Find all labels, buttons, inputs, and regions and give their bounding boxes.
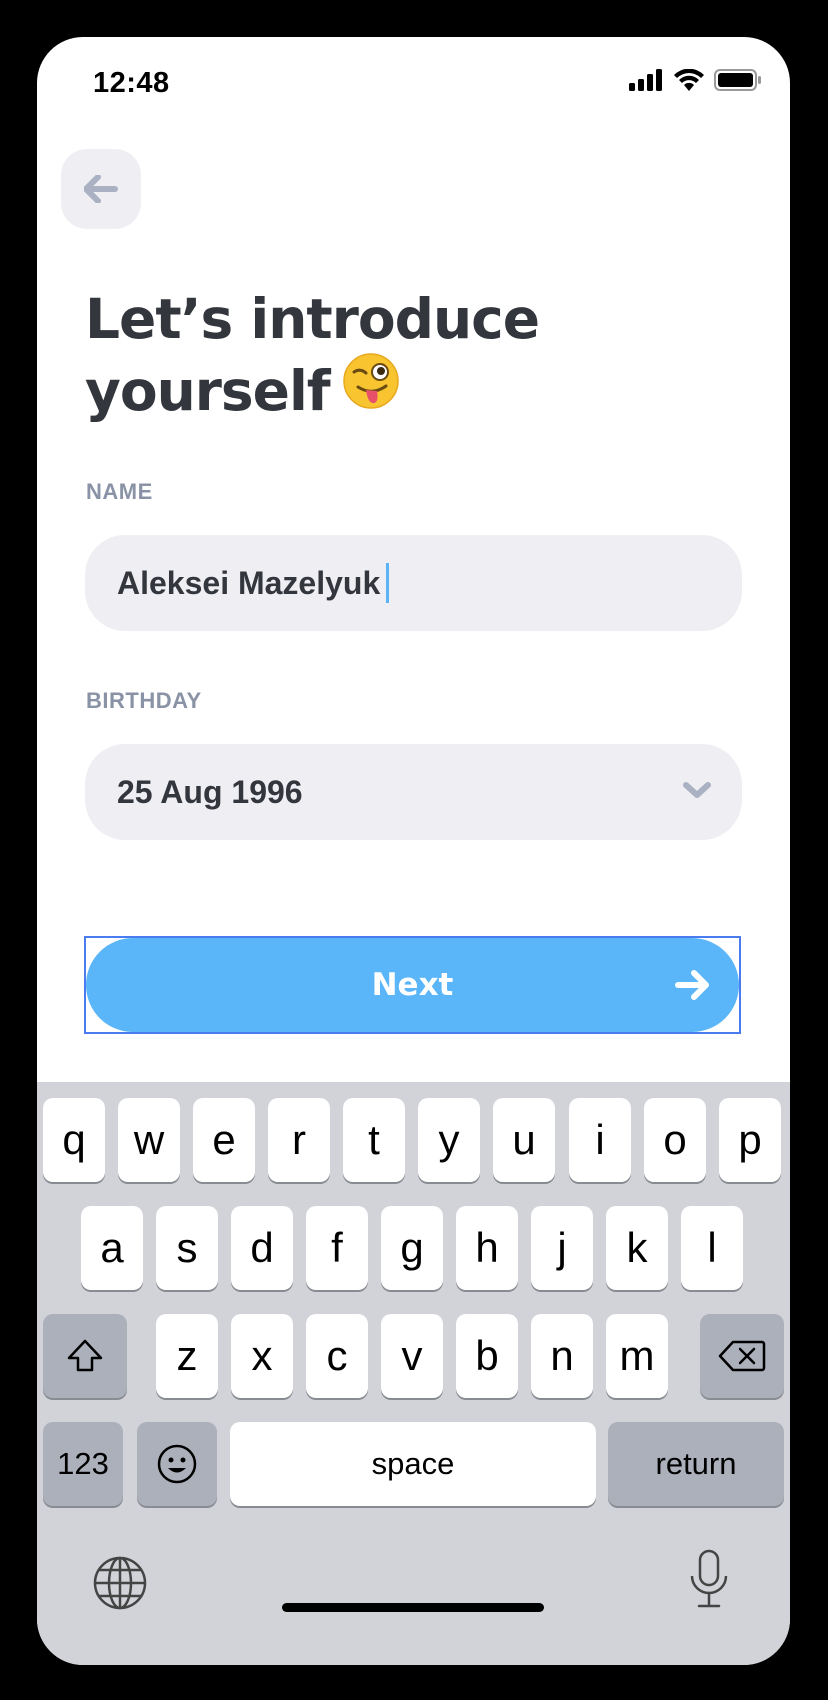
key-o[interactable]: o	[644, 1098, 706, 1182]
title-line-2: yourself	[85, 352, 725, 427]
key-x[interactable]: x	[231, 1314, 293, 1398]
emoji-key[interactable]	[137, 1422, 217, 1506]
space-key[interactable]: space	[230, 1422, 596, 1506]
birthday-label: BIRTHDAY	[86, 688, 202, 713]
wifi-icon	[674, 69, 704, 91]
key-q[interactable]: q	[43, 1098, 105, 1182]
name-input-value: Aleksei Mazelyuk	[117, 564, 381, 601]
title-line-2-text: yourself	[85, 359, 331, 423]
key-v[interactable]: v	[381, 1314, 443, 1398]
shift-key[interactable]	[43, 1314, 127, 1398]
key-y[interactable]: y	[418, 1098, 480, 1182]
key-f[interactable]: f	[306, 1206, 368, 1290]
shift-icon	[67, 1339, 103, 1372]
arrow-right-icon	[675, 970, 709, 1000]
key-r[interactable]: r	[268, 1098, 330, 1182]
next-button[interactable]: Next	[86, 938, 739, 1032]
name-input[interactable]: Aleksei Mazelyuk	[85, 535, 742, 631]
globe-icon[interactable]	[92, 1555, 148, 1611]
key-z[interactable]: z	[156, 1314, 218, 1398]
delete-icon	[718, 1340, 766, 1372]
key-j[interactable]: j	[531, 1206, 593, 1290]
home-indicator	[282, 1603, 544, 1612]
birthday-select[interactable]: 25 Aug 1996	[85, 744, 742, 840]
key-a[interactable]: a	[81, 1206, 143, 1290]
birthday-value: 25 Aug 1996	[117, 773, 303, 810]
key-g[interactable]: g	[381, 1206, 443, 1290]
status-time: 12:48	[93, 67, 170, 99]
key-u[interactable]: u	[493, 1098, 555, 1182]
status-icons	[628, 69, 762, 91]
key-k[interactable]: k	[606, 1206, 668, 1290]
name-label: NAME	[86, 479, 153, 504]
emoji-icon	[157, 1444, 197, 1484]
phone-screen: 12:48 Let’s introduce yourself NAME Alek…	[37, 37, 790, 1665]
key-p[interactable]: p	[719, 1098, 781, 1182]
key-e[interactable]: e	[193, 1098, 255, 1182]
key-i[interactable]: i	[569, 1098, 631, 1182]
battery-icon	[714, 69, 761, 91]
page-title: Let’s introduce yourself	[85, 283, 725, 427]
key-m[interactable]: m	[606, 1314, 668, 1398]
key-s[interactable]: s	[156, 1206, 218, 1290]
keyboard: q w e r t y u i o p a s d f g h j k l z …	[37, 1082, 790, 1665]
key-n[interactable]: n	[531, 1314, 593, 1398]
return-key[interactable]: return	[608, 1422, 784, 1506]
key-w[interactable]: w	[118, 1098, 180, 1182]
key-l[interactable]: l	[681, 1206, 743, 1290]
text-caret	[386, 563, 390, 603]
next-button-label: Next	[371, 967, 454, 1003]
key-b[interactable]: b	[456, 1314, 518, 1398]
cellular-signal-icon	[629, 69, 662, 91]
numbers-key[interactable]: 123	[43, 1422, 123, 1506]
title-line-1: Let’s introduce	[85, 287, 540, 351]
delete-key[interactable]	[700, 1314, 784, 1398]
key-h[interactable]: h	[456, 1206, 518, 1290]
key-t[interactable]: t	[343, 1098, 405, 1182]
back-button[interactable]	[61, 149, 141, 229]
microphone-icon[interactable]	[687, 1548, 731, 1612]
chevron-down-icon	[683, 782, 711, 798]
back-arrow-icon	[84, 175, 118, 203]
key-c[interactable]: c	[306, 1314, 368, 1398]
wink-emoji-icon	[342, 352, 400, 427]
key-d[interactable]: d	[231, 1206, 293, 1290]
